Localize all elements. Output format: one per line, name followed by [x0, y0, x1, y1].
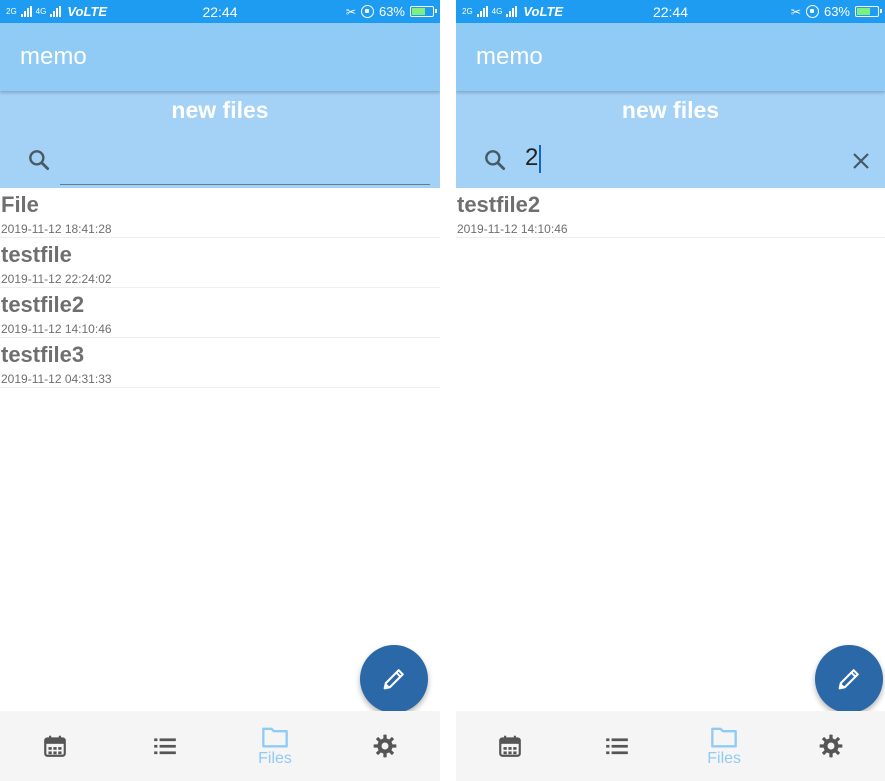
- nav-list[interactable]: [110, 711, 220, 781]
- network-2g-label: 2G: [462, 6, 473, 16]
- close-icon[interactable]: [849, 149, 873, 173]
- battery-icon: [855, 6, 882, 17]
- new-memo-button[interactable]: [815, 645, 883, 713]
- nav-files-label: Files: [258, 749, 292, 767]
- file-date: 2019-11-12 04:31:33: [1, 372, 112, 386]
- file-date: 2019-11-12 14:10:46: [457, 222, 568, 236]
- section-title: new files: [621, 97, 720, 123]
- screen-gap: [440, 0, 456, 781]
- network-4g-label: 4G: [491, 6, 503, 16]
- rotation-lock-icon: [805, 5, 819, 18]
- list-item[interactable]: testfile3 2019-11-12 04:31:33: [0, 338, 440, 388]
- pencil-icon: [383, 669, 404, 690]
- search-bar: [0, 141, 440, 185]
- nav-list[interactable]: [563, 711, 670, 781]
- pencil-icon: [838, 669, 859, 690]
- battery-percent: 63%: [378, 4, 405, 19]
- search-underline: [60, 184, 430, 185]
- volte-label: VoLTE: [67, 4, 108, 19]
- gear-icon: [820, 734, 843, 758]
- search-bar: 2: [456, 141, 885, 181]
- folder-icon: [262, 727, 288, 747]
- file-name: testfile3: [1, 342, 85, 367]
- volte-label: VoLTE: [523, 4, 564, 19]
- gear-icon: [373, 734, 397, 758]
- file-date: 2019-11-12 18:41:28: [1, 222, 112, 236]
- screen-file-list: 2G 4G VoLTE 22:44 ✂ 63% memo new files F…: [0, 0, 440, 781]
- list-icon: [606, 738, 628, 755]
- signal-icon: [50, 6, 62, 17]
- status-bar: 2G 4G VoLTE 22:44 ✂ 63%: [0, 0, 440, 23]
- search-icon[interactable]: [26, 147, 52, 173]
- list-item[interactable]: testfile 2019-11-12 22:24:02: [0, 238, 440, 288]
- status-bar: 2G 4G VoLTE 22:44 ✂ 63%: [456, 0, 885, 23]
- app-title: memo: [476, 43, 543, 70]
- network-4g-label: 4G: [35, 6, 47, 16]
- nav-calendar[interactable]: [456, 711, 563, 781]
- search-input[interactable]: 2: [525, 144, 542, 173]
- nav-settings[interactable]: [778, 711, 885, 781]
- rotation-lock-icon: [360, 5, 374, 18]
- section-title: new files: [171, 97, 269, 123]
- search-icon[interactable]: [482, 147, 508, 173]
- list-item[interactable]: testfile2 2019-11-12 14:10:46: [0, 288, 440, 338]
- file-date: 2019-11-12 22:24:02: [1, 272, 112, 286]
- signal-indicators: 2G 4G VoLTE: [462, 4, 563, 19]
- battery-percent: 63%: [823, 4, 850, 19]
- file-name: File: [1, 192, 39, 217]
- battery-icon: [410, 6, 437, 17]
- nav-files[interactable]: Files: [671, 711, 778, 781]
- nav-files-label: Files: [707, 749, 742, 767]
- files-header: new files: [0, 91, 440, 188]
- nav-settings[interactable]: [330, 711, 440, 781]
- list-item[interactable]: File 2019-11-12 18:41:28: [0, 188, 440, 238]
- app-bar: memo: [456, 23, 885, 91]
- new-memo-button[interactable]: [360, 645, 428, 713]
- list-icon: [154, 738, 176, 755]
- signal-indicators: 2G 4G VoLTE: [6, 4, 107, 19]
- file-date: 2019-11-12 14:10:46: [1, 322, 112, 336]
- file-name: testfile2: [1, 292, 85, 317]
- screen-search-results: 2G 4G VoLTE 22:44 ✂ 63% memo new files 2: [456, 0, 885, 781]
- search-text: 2: [525, 144, 539, 171]
- text-caret: [539, 144, 542, 173]
- app-bar: memo: [0, 23, 440, 91]
- list-item[interactable]: testfile2 2019-11-12 14:10:46: [456, 188, 885, 238]
- file-list: testfile2 2019-11-12 14:10:46: [456, 188, 885, 238]
- calendar-icon: [44, 735, 66, 757]
- files-header: new files 2: [456, 91, 885, 188]
- file-list: File 2019-11-12 18:41:28 testfile 2019-1…: [0, 188, 440, 388]
- network-2g-label: 2G: [6, 6, 17, 16]
- file-name: testfile2: [457, 192, 541, 217]
- file-name: testfile: [1, 242, 72, 267]
- signal-icon: [476, 6, 488, 17]
- nav-calendar[interactable]: [0, 711, 110, 781]
- signal-icon: [20, 6, 32, 17]
- calendar-icon: [498, 735, 521, 757]
- folder-icon: [711, 727, 737, 747]
- app-title: memo: [20, 43, 87, 70]
- bottom-navigation: Files: [456, 711, 885, 781]
- vibrate-icon: ✂: [345, 4, 356, 19]
- signal-icon: [506, 6, 518, 17]
- bottom-navigation: Files: [0, 711, 440, 781]
- vibrate-icon: ✂: [790, 4, 801, 19]
- nav-files[interactable]: Files: [220, 711, 330, 781]
